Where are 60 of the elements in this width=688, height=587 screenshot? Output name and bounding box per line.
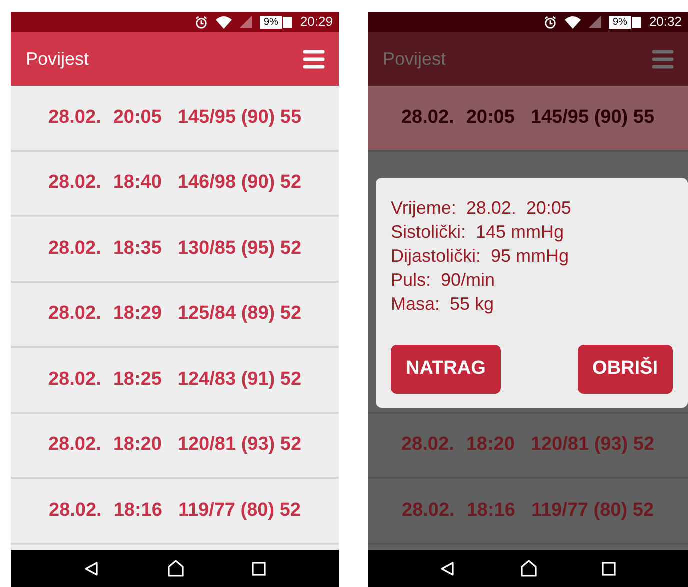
row-reading: 145/95 (90) 55 (530, 106, 655, 130)
row-time: 20:05 (113, 106, 162, 130)
row-reading: 146/98 (90) 52 (178, 171, 302, 195)
row-reading: 120/81 (93) 52 (530, 433, 655, 457)
row-date: 28.02. (48, 106, 102, 130)
alarm-clock-icon (195, 16, 208, 28)
row-date: 28.02. (402, 498, 455, 522)
menu-icon[interactable] (652, 50, 674, 68)
row-reading: 119/77 (80) 52 (178, 498, 301, 522)
row-date: 28.02. (49, 498, 102, 522)
history-row[interactable]: 28.02. 20:05 145/95 (90) 55 (368, 86, 688, 152)
home-icon[interactable] (166, 560, 185, 577)
row-time: 18:16 (114, 498, 162, 522)
recents-icon[interactable] (602, 562, 616, 576)
alarm-clock-icon (544, 16, 557, 28)
dialog-button[interactable]: NATRAG (391, 345, 501, 394)
row-time: 18:35 (113, 236, 162, 260)
clock-time: 20:32 (649, 13, 682, 32)
row-time: 20:05 (466, 106, 515, 130)
clock-time: 20:29 (300, 13, 333, 32)
row-reading: 145/95 (90) 55 (178, 106, 302, 130)
row-date: 28.02. (401, 106, 454, 130)
detail-line: Vrijeme: 28.02. 20:05 (391, 197, 572, 220)
row-time: 18:20 (113, 433, 162, 457)
app-title: Povijest (383, 48, 446, 71)
row-date: 28.02. (48, 433, 102, 457)
wifi-icon (216, 16, 232, 28)
wifi-icon (565, 16, 581, 28)
detail-line: Puls: 90/min (391, 269, 496, 292)
row-time: 18:16 (466, 498, 516, 522)
row-date: 28.02. (48, 302, 102, 326)
row-date: 28.02. (48, 236, 102, 260)
app-title: Povijest (26, 48, 90, 71)
history-row[interactable]: 28.02. 18:20 120/81 (93) 52 (11, 414, 339, 479)
row-date: 28.02. (48, 171, 102, 195)
row-reading: 130/85 (95) 52 (178, 236, 302, 260)
row-reading: 124/83 (91) 52 (178, 368, 302, 392)
back-icon[interactable] (84, 560, 100, 576)
row-reading: 120/81 (93) 52 (178, 433, 302, 457)
row-reading: 119/77 (80) 52 (531, 498, 654, 522)
history-row[interactable]: 28.02. 18:40 146/98 (90) 52 (11, 152, 339, 217)
row-time: 18:29 (113, 302, 162, 326)
detail-line: Dijastolički: 95 mmHg (391, 245, 570, 268)
row-reading: 125/84 (89) 52 (178, 302, 302, 326)
signal-icon (589, 16, 601, 28)
row-time: 18:25 (113, 368, 162, 392)
battery-indicator: 9% (260, 16, 292, 28)
battery-indicator: 9% (609, 16, 642, 28)
recents-icon[interactable] (252, 562, 266, 576)
signal-icon (240, 16, 252, 28)
back-icon[interactable] (440, 560, 456, 576)
detail-line: Sistolički: 145 mmHg (391, 221, 566, 244)
dialog-button[interactable]: OBRIŠI (578, 345, 673, 394)
row-date: 28.02. (401, 433, 454, 457)
history-row[interactable]: 28.02. 18:29 125/84 (89) 52 (11, 282, 339, 348)
row-time: 18:20 (466, 433, 515, 457)
home-icon[interactable] (520, 560, 538, 577)
row-date: 28.02. (48, 368, 102, 392)
detail-line: Masa: 55 kg (391, 293, 496, 316)
row-time: 18:40 (113, 171, 162, 195)
